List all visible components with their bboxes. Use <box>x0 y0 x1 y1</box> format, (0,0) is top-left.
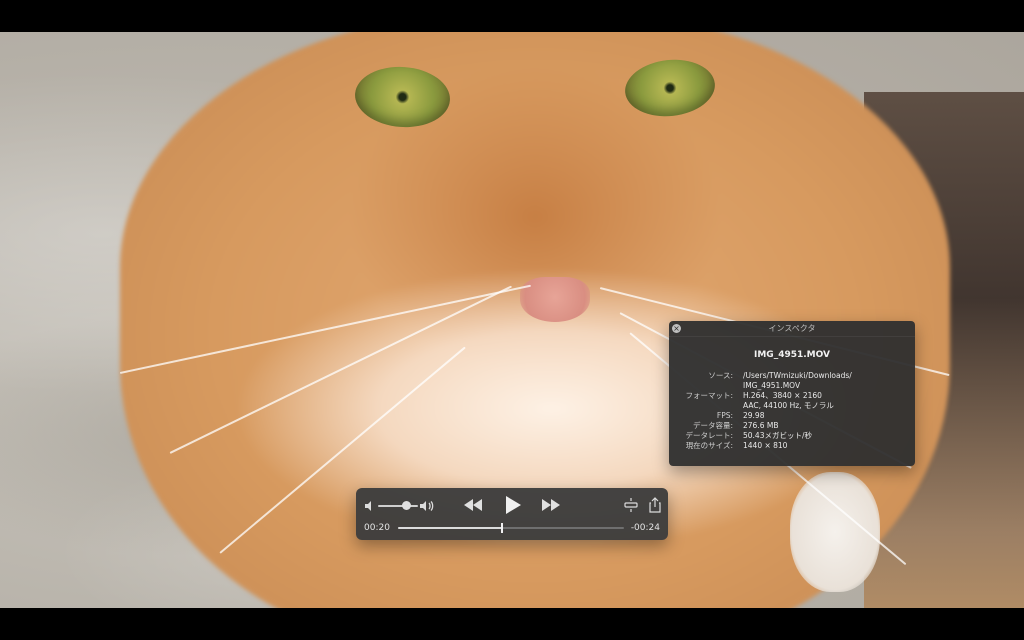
inspector-row-value: 276.6 MB <box>743 421 779 430</box>
rewind-button[interactable] <box>462 498 484 512</box>
inspector-row: ソース: /Users/TWmizuki/Downloads/ <box>669 371 915 381</box>
inspector-row: IMG_4951.MOV <box>669 381 915 391</box>
fast-forward-button[interactable] <box>540 498 562 512</box>
inspector-row-value: 50.43メガビット/秒 <box>743 431 812 440</box>
share-icon[interactable] <box>648 497 662 513</box>
cat-nose <box>520 277 590 322</box>
inspector-panel: × インスペクタ IMG_4951.MOV ソース: /Users/TWmizu… <box>669 321 915 466</box>
volume-min-icon[interactable] <box>364 500 376 512</box>
scrubber-progress <box>398 527 502 529</box>
inspector-titlebar[interactable]: × インスペクタ <box>669 321 915 337</box>
inspector-row-key: フォーマット: <box>685 391 733 400</box>
inspector-row: データレート: 50.43メガビット/秒 <box>669 431 915 441</box>
volume-max-icon[interactable] <box>419 499 435 513</box>
inspector-title: インスペクタ <box>768 324 816 333</box>
inspector-row-key: ソース: <box>708 371 733 380</box>
volume-slider-knob[interactable] <box>402 501 412 510</box>
inspector-row: フォーマット: H.264、3840 × 2160 <box>669 391 915 401</box>
inspector-row-value: 1440 × 810 <box>743 441 788 450</box>
inspector-info-rows: ソース: /Users/TWmizuki/Downloads/ IMG_4951… <box>669 371 915 451</box>
inspector-filename: IMG_4951.MOV <box>754 350 830 360</box>
inspector-row-value: AAC, 44100 Hz, モノラル <box>743 401 834 410</box>
inspector-row-key: データレート: <box>685 431 733 440</box>
inspector-row-value: /Users/TWmizuki/Downloads/ <box>743 371 852 380</box>
inspector-row: 現在のサイズ: 1440 × 810 <box>669 441 915 451</box>
inspector-row: データ容量: 276.6 MB <box>669 421 915 431</box>
letterbox-top <box>0 0 1024 32</box>
scrubber-handle[interactable] <box>500 523 503 533</box>
inspector-row-key: 現在のサイズ: <box>685 441 733 450</box>
playback-controls: 00:20 -00:24 <box>356 488 668 540</box>
letterbox-bottom <box>0 608 1024 640</box>
inspector-row-key: FPS: <box>716 411 733 420</box>
inspector-row: FPS: 29.98 <box>669 411 915 421</box>
inspector-row-value: IMG_4951.MOV <box>743 381 801 390</box>
trim-icon[interactable] <box>624 498 638 512</box>
inspector-row-value: H.264、3840 × 2160 <box>743 391 822 400</box>
inspector-row-value: 29.98 <box>743 411 765 420</box>
volume-slider[interactable] <box>378 505 418 507</box>
inspector-row: AAC, 44100 Hz, モノラル <box>669 401 915 411</box>
play-button[interactable] <box>501 494 523 516</box>
scrubber-track[interactable] <box>398 523 624 533</box>
remaining-time: -00:24 <box>630 523 660 533</box>
elapsed-time: 00:20 <box>364 523 390 533</box>
inspector-row-key: データ容量: <box>692 421 733 430</box>
